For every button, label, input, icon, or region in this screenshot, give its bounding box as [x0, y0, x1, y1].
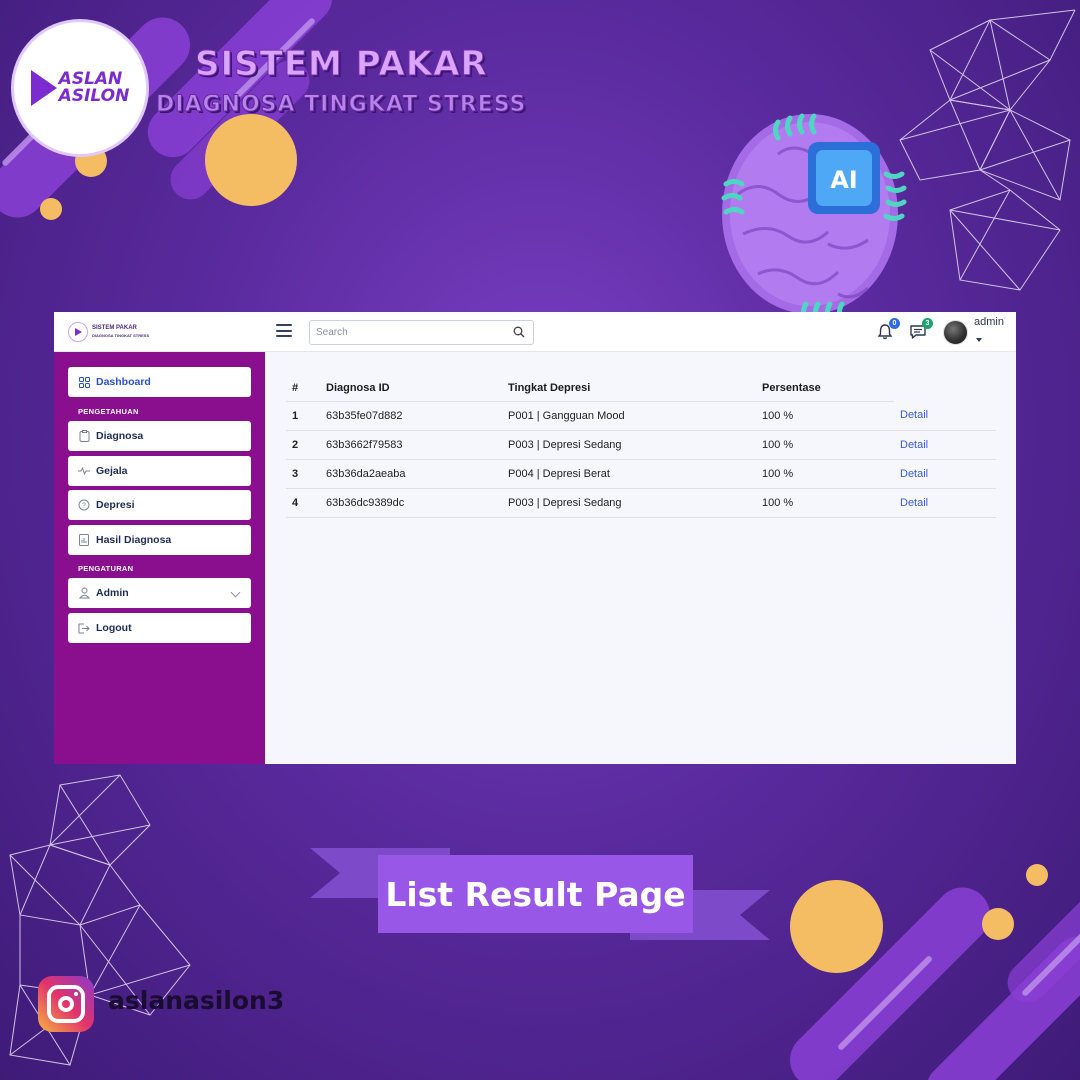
- sidebar-item-diagnosa[interactable]: Diagnosa: [68, 421, 251, 451]
- message-count-badge: 3: [922, 318, 933, 329]
- search-input[interactable]: [310, 321, 500, 344]
- top-navbar: SISTEM PAKAR DIAGNOSA TINGKAT STRESS 0: [54, 312, 1016, 352]
- sidebar-item-label: Gejala: [96, 465, 128, 477]
- navbar-brand-subtitle: DIAGNOSA TINGKAT STRESS: [92, 333, 150, 338]
- diagnosa-id: 63b35fe07d882: [320, 401, 502, 431]
- sidebar: Dashboard PENGETAHUAN Diagnosa Gejala ? …: [54, 352, 265, 764]
- search-box: [309, 320, 534, 345]
- sidebar-item-label: Hasil Diagnosa: [96, 534, 172, 546]
- detail-link[interactable]: Detail: [900, 468, 928, 480]
- messages-button[interactable]: 3: [909, 318, 933, 341]
- avatar[interactable]: [943, 320, 968, 345]
- deco-dot: [40, 198, 62, 220]
- user-menu-name[interactable]: admin: [974, 316, 1004, 328]
- ai-brain-illustration: AI: [721, 113, 907, 323]
- sidebar-item-hasil-diagnosa[interactable]: Hasil Diagnosa: [68, 525, 251, 555]
- logout-icon: [78, 622, 90, 634]
- column-header: Tingkat Depresi: [502, 376, 756, 402]
- persentase: 100 %: [756, 430, 894, 460]
- sidebar-item-label: Depresi: [96, 499, 135, 511]
- sidebar-item-label: Admin: [96, 587, 129, 599]
- tingkat-depresi: P001 | Gangguan Mood: [502, 401, 756, 431]
- persentase: 100 %: [756, 401, 894, 431]
- chevron-down-icon: [230, 587, 241, 598]
- navbar-brand[interactable]: SISTEM PAKAR DIAGNOSA TINGKAT STRESS: [68, 322, 149, 342]
- search-icon[interactable]: [513, 326, 525, 338]
- persentase: 100 %: [756, 459, 894, 489]
- ribbon-decoration: [740, 890, 770, 940]
- instagram-icon: [38, 976, 94, 1032]
- sidebar-item-dashboard[interactable]: Dashboard: [68, 367, 251, 397]
- sidebar-item-gejala[interactable]: Gejala: [68, 456, 251, 486]
- deco-dot: [1026, 864, 1048, 886]
- navbar-brand-title: SISTEM PAKAR: [92, 325, 137, 331]
- app-window: SISTEM PAKAR DIAGNOSA TINGKAT STRESS 0: [54, 312, 1016, 764]
- diagnosa-id: 63b36dc9389dc: [320, 488, 502, 518]
- tingkat-depresi: P004 | Depresi Berat: [502, 459, 756, 489]
- brand-logo: ASLAN ASILON: [14, 22, 146, 154]
- sidebar-section-title: PENGETAHUAN: [78, 407, 139, 416]
- table-row: 2 63b3662f79583 P003 | Depresi Sedang 10…: [286, 430, 996, 460]
- column-header: [894, 376, 996, 401]
- sidebar-item-depresi[interactable]: ? Depresi: [68, 490, 251, 520]
- column-header: #: [286, 376, 320, 402]
- sidebar-item-logout[interactable]: Logout: [68, 613, 251, 643]
- notification-count-badge: 0: [889, 318, 900, 329]
- poster-title: SISTEM PAKAR: [195, 44, 488, 85]
- persentase: 100 %: [756, 488, 894, 518]
- column-header: Persentase: [756, 376, 894, 402]
- clipboard-icon: [78, 430, 90, 442]
- diagnosa-id: 63b36da2aeaba: [320, 459, 502, 489]
- deco-dot: [790, 880, 883, 973]
- detail-link[interactable]: Detail: [900, 409, 928, 421]
- table-row: 3 63b36da2aeaba P004 | Depresi Berat 100…: [286, 459, 996, 489]
- poster-subtitle: DIAGNOSA TINGKAT STRESS: [155, 92, 527, 118]
- column-header: Diagnosa ID: [320, 376, 502, 402]
- sidebar-item-admin[interactable]: Admin: [68, 578, 251, 608]
- main-content: # Diagnosa ID Tingkat Depresi Persentase…: [265, 352, 1016, 764]
- svg-text:?: ?: [82, 503, 86, 510]
- detail-link[interactable]: Detail: [900, 497, 928, 509]
- table-header-row: # Diagnosa ID Tingkat Depresi Persentase: [286, 376, 996, 402]
- logo-line-2: ASILON: [58, 86, 130, 106]
- tingkat-depresi: P003 | Depresi Sedang: [502, 430, 756, 460]
- row-number: 3: [286, 459, 320, 489]
- table-row: 4 63b36dc9389dc P003 | Depresi Sedang 10…: [286, 488, 996, 518]
- user-icon: [78, 587, 90, 599]
- menu-toggle-icon[interactable]: [276, 324, 292, 337]
- page-caption: List Result Page: [385, 874, 686, 914]
- notifications-button[interactable]: 0: [876, 318, 900, 341]
- user-menu-caret-icon[interactable]: [976, 338, 982, 342]
- ai-chip-label: AI: [830, 166, 858, 194]
- table-row: 1 63b35fe07d882 P001 | Gangguan Mood 100…: [286, 401, 996, 431]
- sidebar-section-title: PENGATURAN: [78, 564, 134, 573]
- pulse-icon: [78, 465, 90, 477]
- row-number: 2: [286, 430, 320, 460]
- sidebar-item-label: Dashboard: [96, 376, 151, 388]
- report-icon: [78, 534, 90, 546]
- deco-dot: [205, 114, 297, 206]
- row-number: 1: [286, 401, 320, 431]
- mesh-decoration: [9, 774, 191, 1066]
- detail-link[interactable]: Detail: [900, 439, 928, 451]
- result-table: # Diagnosa ID Tingkat Depresi Persentase…: [286, 376, 996, 518]
- navbar-logo-icon: [68, 322, 88, 342]
- instagram-handle: aslanasilon3: [108, 986, 285, 1015]
- diagnosa-id: 63b3662f79583: [320, 430, 502, 460]
- row-number: 4: [286, 488, 320, 518]
- page-caption-banner: List Result Page: [378, 855, 693, 933]
- mesh-decoration: [899, 9, 1076, 291]
- grid-icon: [78, 376, 90, 388]
- ribbon-decoration: [310, 848, 340, 898]
- tingkat-depresi: P003 | Depresi Sedang: [502, 488, 756, 518]
- sidebar-item-label: Logout: [96, 622, 132, 634]
- question-circle-icon: ?: [78, 499, 90, 511]
- sidebar-item-label: Diagnosa: [96, 430, 144, 442]
- deco-dot: [982, 908, 1014, 940]
- logo-arrow-icon: [30, 70, 57, 106]
